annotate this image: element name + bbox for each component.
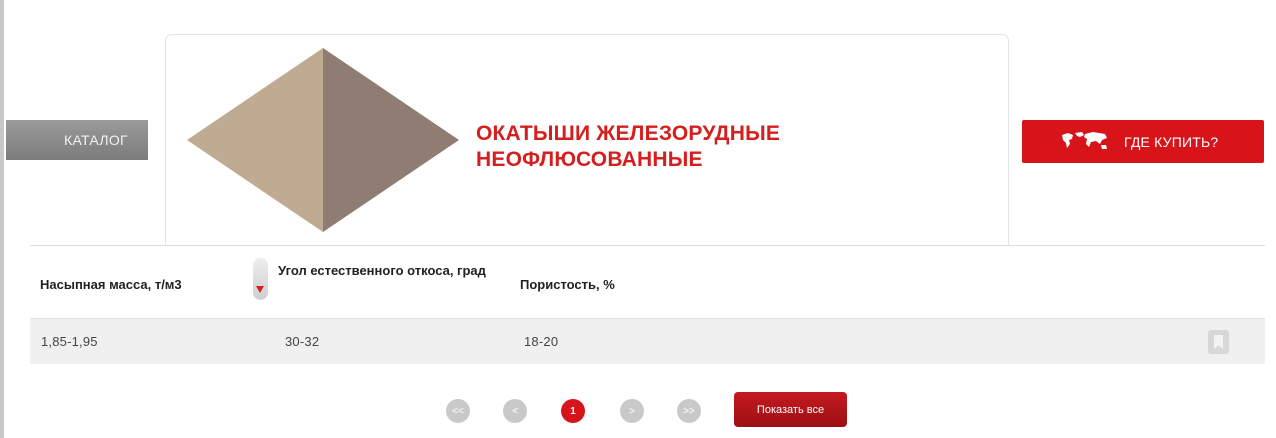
sort-toggle[interactable]: [253, 258, 268, 300]
column-header-porosity: Пористость, %: [520, 277, 615, 292]
column-header-repose-angle: Угол естественного откоса, град: [278, 263, 486, 278]
where-to-buy-button[interactable]: ГДЕ КУПИТЬ?: [1022, 120, 1264, 163]
product-title: ОКАТЫШИ ЖЕЛЕЗОРУДНЫЕ НЕОФЛЮСОВАННЫЕ: [476, 121, 876, 173]
world-map-icon: [1062, 132, 1107, 149]
pyramid-image: [187, 48, 459, 232]
bookmark-icon: [1214, 335, 1223, 349]
where-to-buy-label: ГДЕ КУПИТЬ?: [1124, 134, 1219, 150]
catalog-tab-label: КАТАЛОГ: [64, 132, 128, 148]
pyramid-light-face: [187, 48, 323, 232]
pagination-first-button[interactable]: <<: [446, 399, 470, 423]
product-title-line1: ОКАТЫШИ ЖЕЛЕЗОРУДНЫЕ: [476, 122, 781, 145]
cell-bulk-density: 1,85-1,95: [41, 334, 98, 349]
column-header-bulk-density: Насыпная масса, т/м3: [40, 277, 182, 292]
catalog-tab[interactable]: КАТАЛОГ: [6, 120, 148, 160]
pagination-last-button[interactable]: >>: [677, 399, 701, 423]
pagination-page-1[interactable]: 1: [561, 399, 585, 423]
table-divider: [30, 245, 1265, 246]
cell-repose-angle: 30-32: [285, 334, 320, 349]
table-row: 1,85-1,95 30-32 18-20: [30, 318, 1265, 364]
pagination-next-button[interactable]: >: [620, 399, 644, 423]
sort-down-arrow-icon: [256, 286, 264, 293]
pagination-prev-button[interactable]: <: [503, 399, 527, 423]
bookmark-button[interactable]: [1208, 330, 1229, 354]
product-title-line2: НЕОФЛЮСОВАННЫЕ: [476, 148, 703, 171]
product-card: ОКАТЫШИ ЖЕЛЕЗОРУДНЫЕ НЕОФЛЮСОВАННЫЕ: [165, 34, 1009, 246]
left-border: [0, 0, 4, 438]
pyramid-dark-face: [323, 48, 459, 232]
cell-porosity: 18-20: [524, 334, 559, 349]
show-all-button[interactable]: Показать все: [734, 392, 847, 427]
